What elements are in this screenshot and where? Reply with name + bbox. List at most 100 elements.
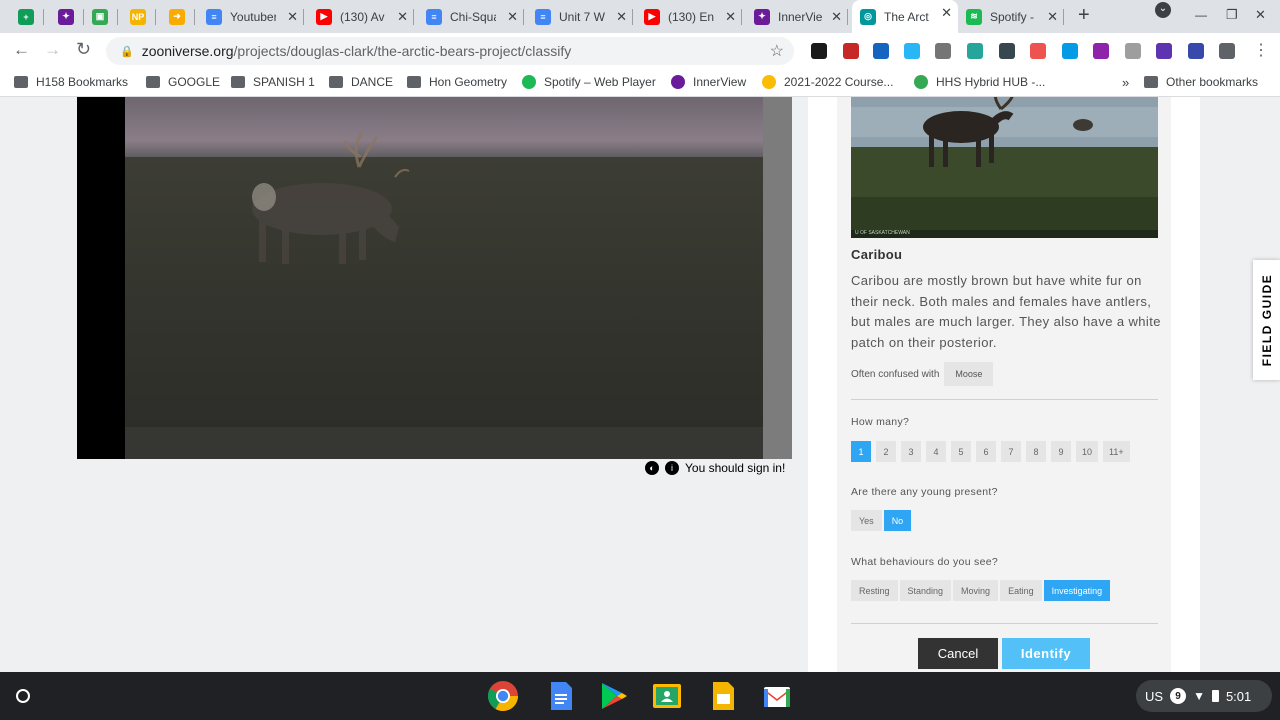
bookmark-innerview[interactable]: InnerView (671, 75, 746, 89)
count-option-1[interactable]: 1 (851, 441, 871, 462)
tab--130-en[interactable]: ▶ (130) En ✕ (636, 4, 742, 29)
behaviour-option-investigating[interactable]: Investigating (1043, 580, 1111, 601)
caribou-trail-camera-photo (77, 97, 792, 459)
young-option-no[interactable]: No (883, 510, 912, 531)
subject-image[interactable] (77, 97, 792, 459)
ext-5-icon[interactable] (935, 43, 951, 59)
young-option-yes[interactable]: Yes (851, 510, 882, 531)
url-path: /projects/douglas-clark/the-arctic-bears… (233, 43, 572, 59)
ext-10-icon[interactable] (1093, 43, 1109, 59)
keyboard-layout: US (1145, 688, 1164, 704)
tab-youtuber[interactable]: ≡ Youtuber ✕ (198, 4, 304, 29)
tab-pinned-2[interactable]: ▣ (84, 4, 118, 29)
tab-chi-squa[interactable]: ≡ Chi-Squa ✕ (418, 4, 524, 29)
count-option-3[interactable]: 3 (901, 441, 921, 462)
tab-pinned-4[interactable]: ➜ (161, 4, 195, 29)
slides-app[interactable] (707, 680, 739, 712)
play-store-app[interactable] (597, 680, 629, 712)
ext-14-icon[interactable] (1219, 43, 1235, 59)
ext-9-icon[interactable] (1062, 43, 1078, 59)
ext-1-icon[interactable] (811, 43, 827, 59)
bookmark-spanish-1[interactable]: SPANISH 1 (231, 75, 315, 89)
chrome-app[interactable] (487, 680, 519, 712)
count-option-8[interactable]: 8 (1026, 441, 1046, 462)
behaviour-option-resting[interactable]: Resting (851, 580, 898, 601)
tab-search-icon[interactable]: ⌄ (1155, 2, 1171, 18)
tab-innervie[interactable]: ✦ InnerVie ✕ (746, 4, 848, 29)
ext-12-icon[interactable] (1156, 43, 1172, 59)
classroom-app[interactable] (651, 680, 683, 712)
bookmark-star-icon[interactable]: ☆ (770, 41, 784, 61)
bookmark-hon-geometry[interactable]: Hon Geometry (407, 75, 507, 89)
close-tab-icon[interactable]: ✕ (725, 9, 736, 25)
system-tray[interactable]: US 9 ▼ 5:01 (1136, 680, 1272, 712)
tab--130-av[interactable]: ▶ (130) Av ✕ (308, 4, 414, 29)
contrast-icon[interactable]: ◐ (645, 461, 659, 475)
count-option-6[interactable]: 6 (976, 441, 996, 462)
ext-2-icon[interactable] (843, 43, 859, 59)
battery-icon (1211, 690, 1219, 702)
bookmark-google[interactable]: GOOGLE (146, 75, 220, 89)
tab-the-arct[interactable]: ◎ The Arct ✕ (852, 0, 958, 33)
folder-icon (14, 76, 28, 88)
ext-7-icon[interactable] (999, 43, 1015, 59)
restore-button[interactable]: ❐ (1226, 7, 1238, 23)
docs-icon: ≡ (206, 8, 222, 25)
info-icon[interactable]: i (665, 461, 679, 475)
young-question: Are there any young present? (851, 486, 998, 498)
count-option-11plus[interactable]: 11+ (1103, 441, 1130, 462)
wifi-icon: ▼ (1193, 689, 1205, 703)
confused-chip-moose[interactable]: Moose (944, 362, 994, 386)
count-option-10[interactable]: 10 (1076, 441, 1099, 462)
close-tab-icon[interactable]: ✕ (1047, 9, 1058, 25)
count-option-4[interactable]: 4 (926, 441, 946, 462)
close-tab-icon[interactable]: ✕ (941, 5, 952, 21)
count-option-2[interactable]: 2 (876, 441, 896, 462)
bookmark-h158-bookmarks[interactable]: H158 Bookmarks (14, 75, 128, 89)
bookmark-dance[interactable]: DANCE (329, 75, 393, 89)
bookmark-hhs-hybrid-hub[interactable]: HHS Hybrid HUB -... (914, 75, 1045, 89)
tab-unit-7-w[interactable]: ≡ Unit 7 W ✕ (527, 4, 633, 29)
close-window-button[interactable]: ✕ (1255, 7, 1266, 23)
behaviour-option-moving[interactable]: Moving (953, 580, 999, 601)
back-button[interactable]: ← (13, 40, 30, 60)
ext-8-icon[interactable] (1030, 43, 1046, 59)
close-tab-icon[interactable]: ✕ (507, 9, 518, 25)
count-option-5[interactable]: 5 (951, 441, 971, 462)
ext-6-icon[interactable] (967, 43, 983, 59)
cancel-button[interactable]: Cancel (918, 638, 998, 669)
bookmark-2021-2022-course[interactable]: 2021-2022 Course... (762, 75, 893, 89)
count-option-7[interactable]: 7 (1001, 441, 1021, 462)
close-tab-icon[interactable]: ✕ (287, 9, 298, 25)
bookmark-label: GOOGLE (168, 75, 221, 89)
forward-button[interactable]: → (44, 40, 61, 60)
close-tab-icon[interactable]: ✕ (616, 9, 627, 25)
ext-11-icon[interactable] (1125, 43, 1141, 59)
launcher-button[interactable] (9, 682, 37, 710)
other-bookmarks[interactable]: Other bookmarks (1144, 75, 1258, 89)
chrome-menu-icon[interactable]: ⋮ (1253, 40, 1269, 60)
ext-4-icon[interactable] (904, 43, 920, 59)
count-option-9[interactable]: 9 (1051, 441, 1071, 462)
tab-pinned-3[interactable]: NP (122, 4, 156, 29)
docs-app[interactable] (545, 680, 577, 712)
tab-spotify[interactable]: ≋ Spotify - ✕ (958, 4, 1064, 29)
gmail-app[interactable] (761, 680, 793, 712)
ext-13-icon[interactable] (1188, 43, 1204, 59)
address-bar[interactable]: 🔒 zooniverse.org/projects/douglas-clark/… (106, 37, 794, 65)
tab-pinned-0[interactable]: + (10, 4, 44, 29)
new-tab-button[interactable]: + (1078, 4, 1090, 27)
bookmarks-overflow-button[interactable]: » (1122, 75, 1129, 90)
field-guide-tab[interactable]: FIELD GUIDE (1253, 260, 1280, 380)
tab-pinned-1[interactable]: ✦ (50, 4, 84, 29)
bookmark-spotify-web-player[interactable]: Spotify – Web Player (522, 75, 656, 89)
reload-button[interactable]: ↻ (76, 39, 91, 60)
close-tab-icon[interactable]: ✕ (831, 9, 842, 25)
behaviour-option-standing[interactable]: Standing (899, 580, 952, 601)
identify-button[interactable]: Identify (1002, 638, 1090, 669)
sign-in-text[interactable]: You should sign in! (685, 461, 785, 475)
ext-3-icon[interactable] (873, 43, 889, 59)
behaviour-option-eating[interactable]: Eating (1000, 580, 1042, 601)
close-tab-icon[interactable]: ✕ (397, 9, 408, 25)
minimize-button[interactable]: — (1195, 8, 1207, 22)
